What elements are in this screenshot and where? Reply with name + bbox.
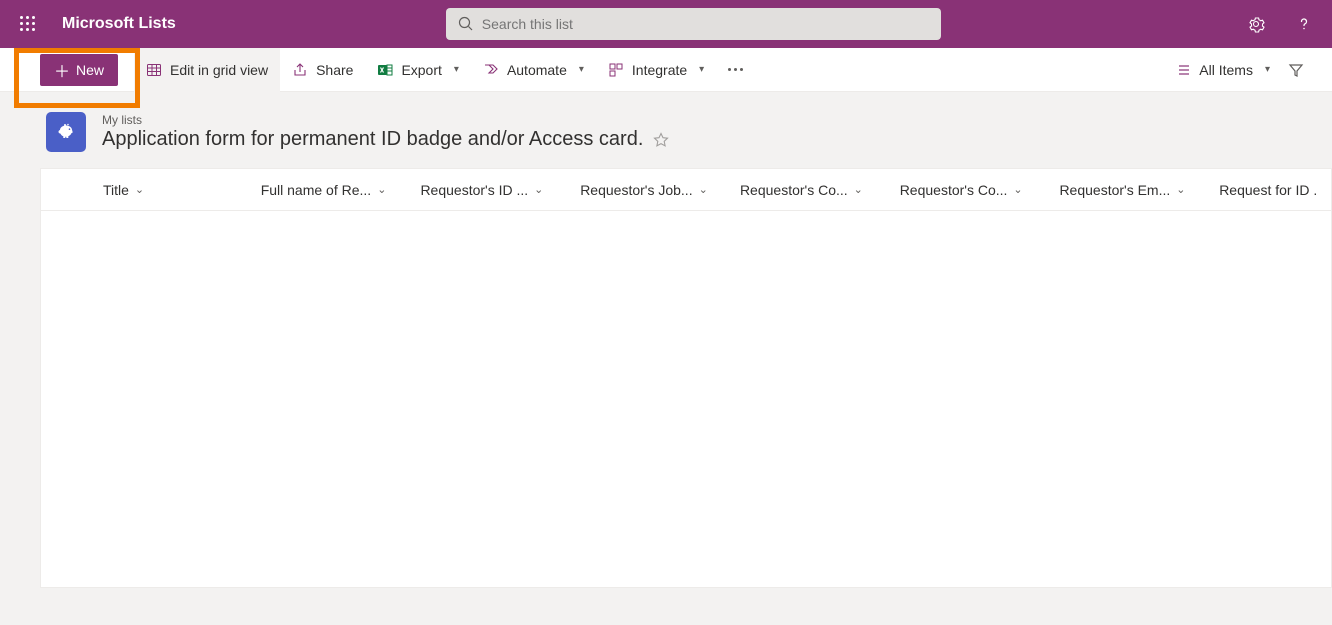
list-table: Title ⌄ Full name of Re... ⌄ Requestor's… xyxy=(40,168,1332,588)
column-header-fullname[interactable]: Full name of Re... ⌄ xyxy=(253,182,413,198)
search-box[interactable] xyxy=(446,8,941,40)
plus-icon: ＋ xyxy=(54,58,70,82)
integrate-button[interactable]: Integrate ▾ xyxy=(596,48,716,92)
automate-button[interactable]: Automate ▾ xyxy=(471,48,596,92)
column-header-requestor-job[interactable]: Requestor's Job... ⌄ xyxy=(572,182,732,198)
table-header-row: Title ⌄ Full name of Re... ⌄ Requestor's… xyxy=(41,169,1331,211)
grid-icon xyxy=(146,62,162,78)
column-header-requestor-em[interactable]: Requestor's Em... ⌄ xyxy=(1051,182,1211,198)
export-button[interactable]: Export ▾ xyxy=(365,48,471,92)
chevron-down-icon: ⌄ xyxy=(1013,183,1022,196)
list-header: My lists Application form for permanent … xyxy=(0,92,1332,168)
share-label: Share xyxy=(316,62,353,78)
help-icon xyxy=(1295,15,1313,33)
new-button[interactable]: ＋ New xyxy=(40,54,118,86)
chevron-down-icon: ▾ xyxy=(454,64,459,75)
edit-grid-button[interactable]: Edit in grid view xyxy=(134,48,280,92)
app-name-label[interactable]: Microsoft Lists xyxy=(62,15,176,33)
chevron-down-icon: ▾ xyxy=(579,64,584,75)
search-icon xyxy=(458,16,474,32)
search-input[interactable] xyxy=(482,16,929,32)
filter-icon xyxy=(1288,62,1304,78)
column-header-requestor-co1[interactable]: Requestor's Co... ⌄ xyxy=(732,182,892,198)
piggy-bank-icon xyxy=(55,121,77,143)
chevron-down-icon: ⌄ xyxy=(534,183,543,196)
new-button-label: New xyxy=(76,62,104,78)
gear-icon xyxy=(1247,15,1265,33)
star-icon xyxy=(653,132,669,148)
view-selector-label: All Items xyxy=(1199,62,1253,78)
automate-label: Automate xyxy=(507,62,567,78)
breadcrumb[interactable]: My lists xyxy=(102,113,669,127)
column-header-title[interactable]: Title ⌄ xyxy=(93,182,253,198)
list-icon xyxy=(46,112,86,152)
help-button[interactable] xyxy=(1280,0,1328,48)
filter-button[interactable] xyxy=(1280,62,1312,78)
automate-icon xyxy=(483,62,499,78)
waffle-icon xyxy=(20,16,36,32)
suite-header: Microsoft Lists xyxy=(0,0,1332,48)
excel-icon xyxy=(377,62,393,78)
more-actions-button[interactable] xyxy=(716,68,755,71)
integrate-icon xyxy=(608,62,624,78)
chevron-down-icon: ▾ xyxy=(1265,64,1270,75)
chevron-down-icon: ⌄ xyxy=(1176,183,1185,196)
chevron-down-icon: ⌄ xyxy=(699,183,708,196)
chevron-down-icon: ▾ xyxy=(699,64,704,75)
settings-button[interactable] xyxy=(1232,0,1280,48)
chevron-down-icon: ⌄ xyxy=(854,183,863,196)
view-selector[interactable]: All Items ▾ xyxy=(1175,62,1270,78)
favorite-button[interactable] xyxy=(653,132,669,148)
edit-grid-label: Edit in grid view xyxy=(170,62,268,78)
command-bar: ＋ New Edit in grid view Share Export ▾ A… xyxy=(0,48,1332,92)
integrate-label: Integrate xyxy=(632,62,687,78)
share-icon xyxy=(292,62,308,78)
app-launcher-button[interactable] xyxy=(4,0,52,48)
column-header-requestor-id[interactable]: Requestor's ID ... ⌄ xyxy=(412,182,572,198)
list-view-icon xyxy=(1175,62,1191,78)
column-header-request-for-id[interactable]: Request for ID . xyxy=(1211,182,1331,198)
column-header-requestor-co2[interactable]: Requestor's Co... ⌄ xyxy=(892,182,1052,198)
chevron-down-icon: ⌄ xyxy=(135,183,144,196)
export-label: Export xyxy=(401,62,441,78)
chevron-down-icon: ⌄ xyxy=(377,183,386,196)
share-button[interactable]: Share xyxy=(280,48,365,92)
list-title: Application form for permanent ID badge … xyxy=(102,128,669,151)
